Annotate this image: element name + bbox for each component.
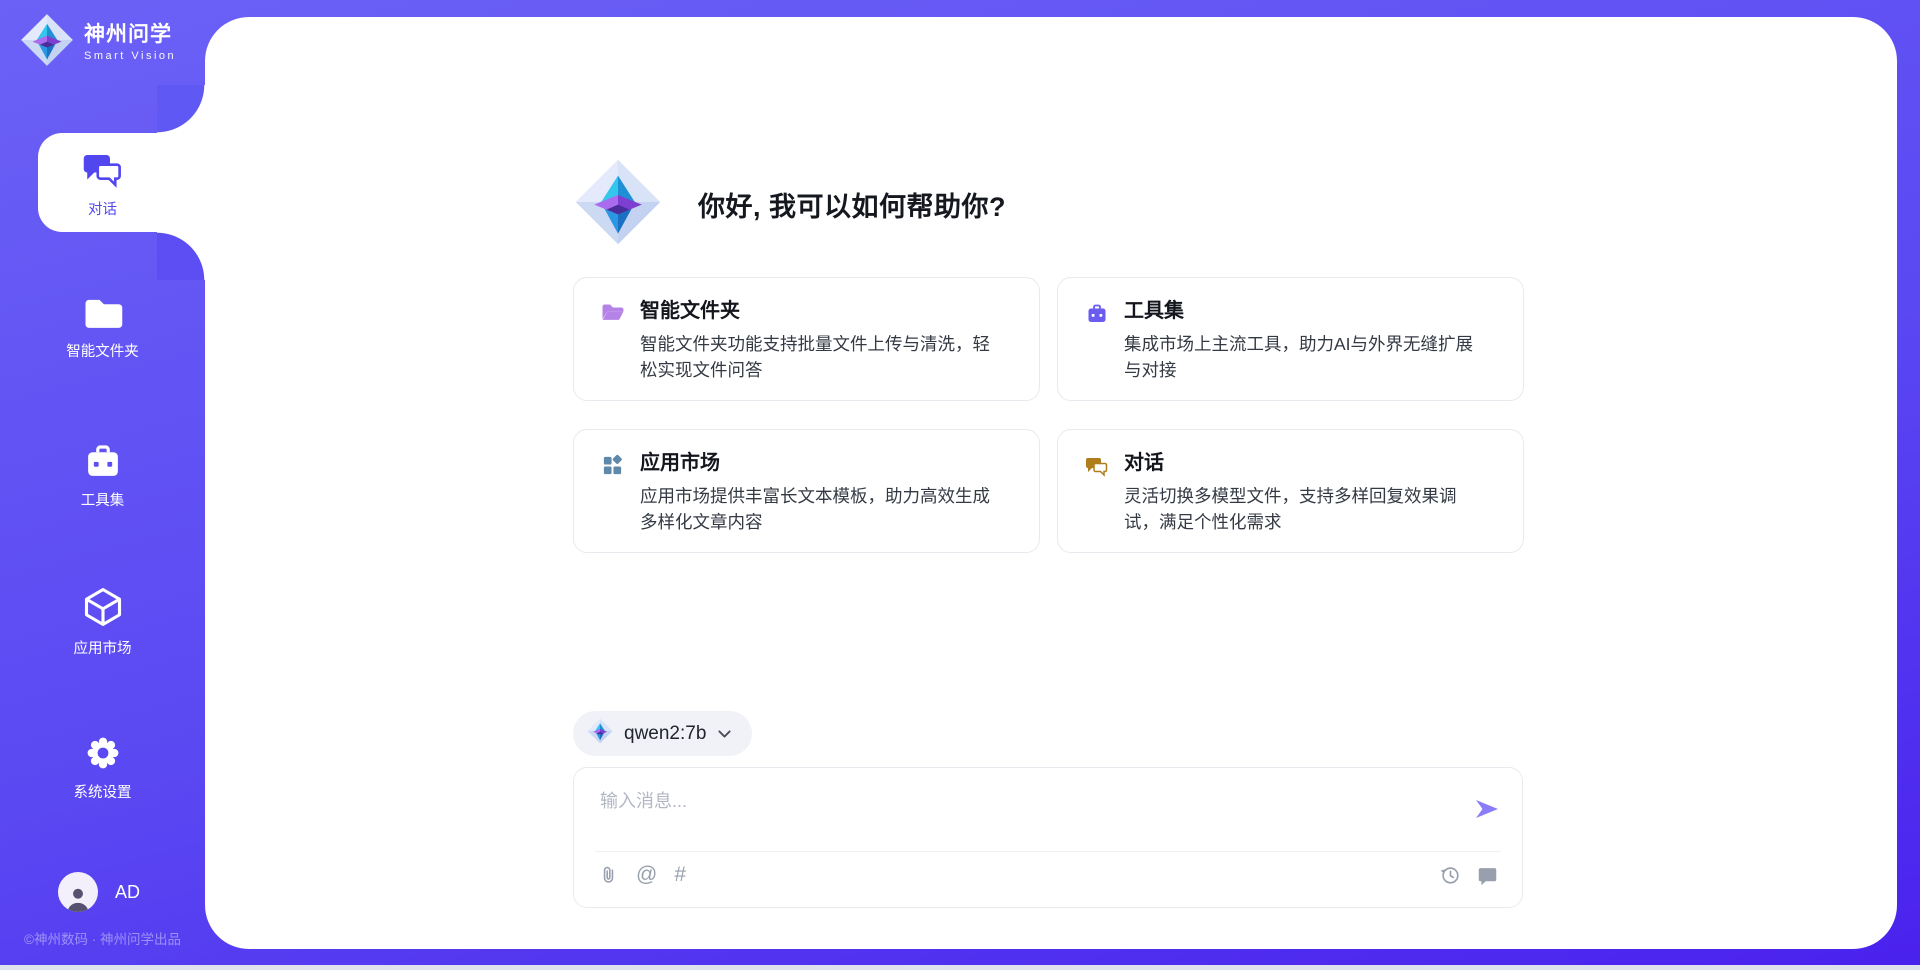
brand-name: 神州问学 [84, 23, 176, 46]
sidebar-item-chat[interactable]: 对话 [0, 133, 205, 232]
brand-logo: 神州问学 Smart Vision [20, 13, 176, 72]
sidebar-item-label: 应用市场 [74, 642, 132, 657]
folder-icon [82, 294, 124, 336]
sidebar-item-toolset[interactable]: 工具集 [0, 441, 205, 509]
topic-icon[interactable]: # [674, 864, 686, 886]
copyright-text: ©神州数码 · 神州问学出品 [0, 928, 205, 948]
card-title: 应用市场 [640, 451, 1006, 475]
cube-icon [81, 585, 125, 633]
composer-divider [595, 851, 1501, 852]
card-toolset[interactable]: 工具集 集成市场上主流工具，助力AI与外界无缝扩展与对接 [1057, 277, 1524, 401]
card-smart-folder[interactable]: 智能文件夹 智能文件夹功能支持批量文件上传与清洗，轻松实现文件问答 [573, 277, 1040, 401]
toolbox-icon [1085, 302, 1109, 330]
brand-subtitle: Smart Vision [84, 50, 176, 62]
user-profile[interactable]: AD [58, 872, 140, 912]
model-selector[interactable]: qwen2:7b [573, 711, 752, 756]
composer-tools-right [1439, 864, 1498, 886]
message-composer: @ # [573, 767, 1523, 908]
user-avatar-icon [58, 872, 98, 912]
card-description: 智能文件夹功能支持批量文件上传与清洗，轻松实现文件问答 [640, 331, 1006, 384]
card-description: 集成市场上主流工具，助力AI与外界无缝扩展与对接 [1124, 331, 1490, 384]
chat-icon [1085, 454, 1109, 483]
sidebar-item-settings[interactable]: 系统设置 [0, 733, 205, 801]
mention-icon[interactable]: @ [636, 864, 657, 886]
folder-open-icon [601, 302, 625, 327]
sidebar-item-label: 智能文件夹 [66, 345, 139, 360]
send-icon[interactable] [1473, 795, 1501, 823]
message-input[interactable] [598, 785, 1452, 847]
pill-curve-bottom [157, 232, 210, 280]
composer-tools: @ # [598, 864, 686, 886]
user-name: AD [115, 882, 140, 903]
sidebar-item-smart-folder[interactable]: 智能文件夹 [0, 294, 205, 360]
card-chat[interactable]: 对话 灵活切换多模型文件，支持多样回复效果调试，满足个性化需求 [1057, 429, 1524, 553]
sidebar-item-label: 工具集 [81, 494, 125, 509]
brand-logo-icon [574, 158, 662, 251]
sidebar-item-label: 系统设置 [74, 786, 132, 801]
sidebar-item-label: 对话 [88, 203, 117, 218]
app-grid-icon [601, 454, 625, 482]
greeting-title: 你好, 我可以如何帮助你? [698, 185, 1006, 224]
card-description: 灵活切换多模型文件，支持多样回复效果调试，满足个性化需求 [1124, 483, 1490, 536]
sidebar-item-app-market[interactable]: 应用市场 [0, 585, 205, 657]
pill-curve-top [157, 85, 210, 133]
brand-logo-icon [20, 13, 74, 72]
toolbox-icon [82, 441, 124, 485]
card-title: 智能文件夹 [640, 299, 1006, 323]
chevron-down-icon [717, 728, 732, 740]
chat-bubble-icon[interactable] [1477, 865, 1498, 886]
card-title: 工具集 [1124, 299, 1490, 323]
feature-cards: 智能文件夹 智能文件夹功能支持批量文件上传与清洗，轻松实现文件问答 工具集 集成… [573, 277, 1525, 553]
attach-icon[interactable] [598, 864, 619, 886]
gear-icon [83, 733, 123, 777]
brand-logo-icon [587, 718, 613, 749]
history-icon[interactable] [1439, 864, 1461, 886]
chat-icon [82, 148, 124, 194]
page-bottom-edge [0, 965, 1920, 970]
card-title: 对话 [1124, 451, 1490, 475]
greeting-header: 你好, 我可以如何帮助你? [574, 158, 1006, 251]
card-app-market[interactable]: 应用市场 应用市场提供丰富长文本模板，助力高效生成多样化文章内容 [573, 429, 1040, 553]
card-description: 应用市场提供丰富长文本模板，助力高效生成多样化文章内容 [640, 483, 1006, 536]
model-name: qwen2:7b [624, 723, 706, 745]
